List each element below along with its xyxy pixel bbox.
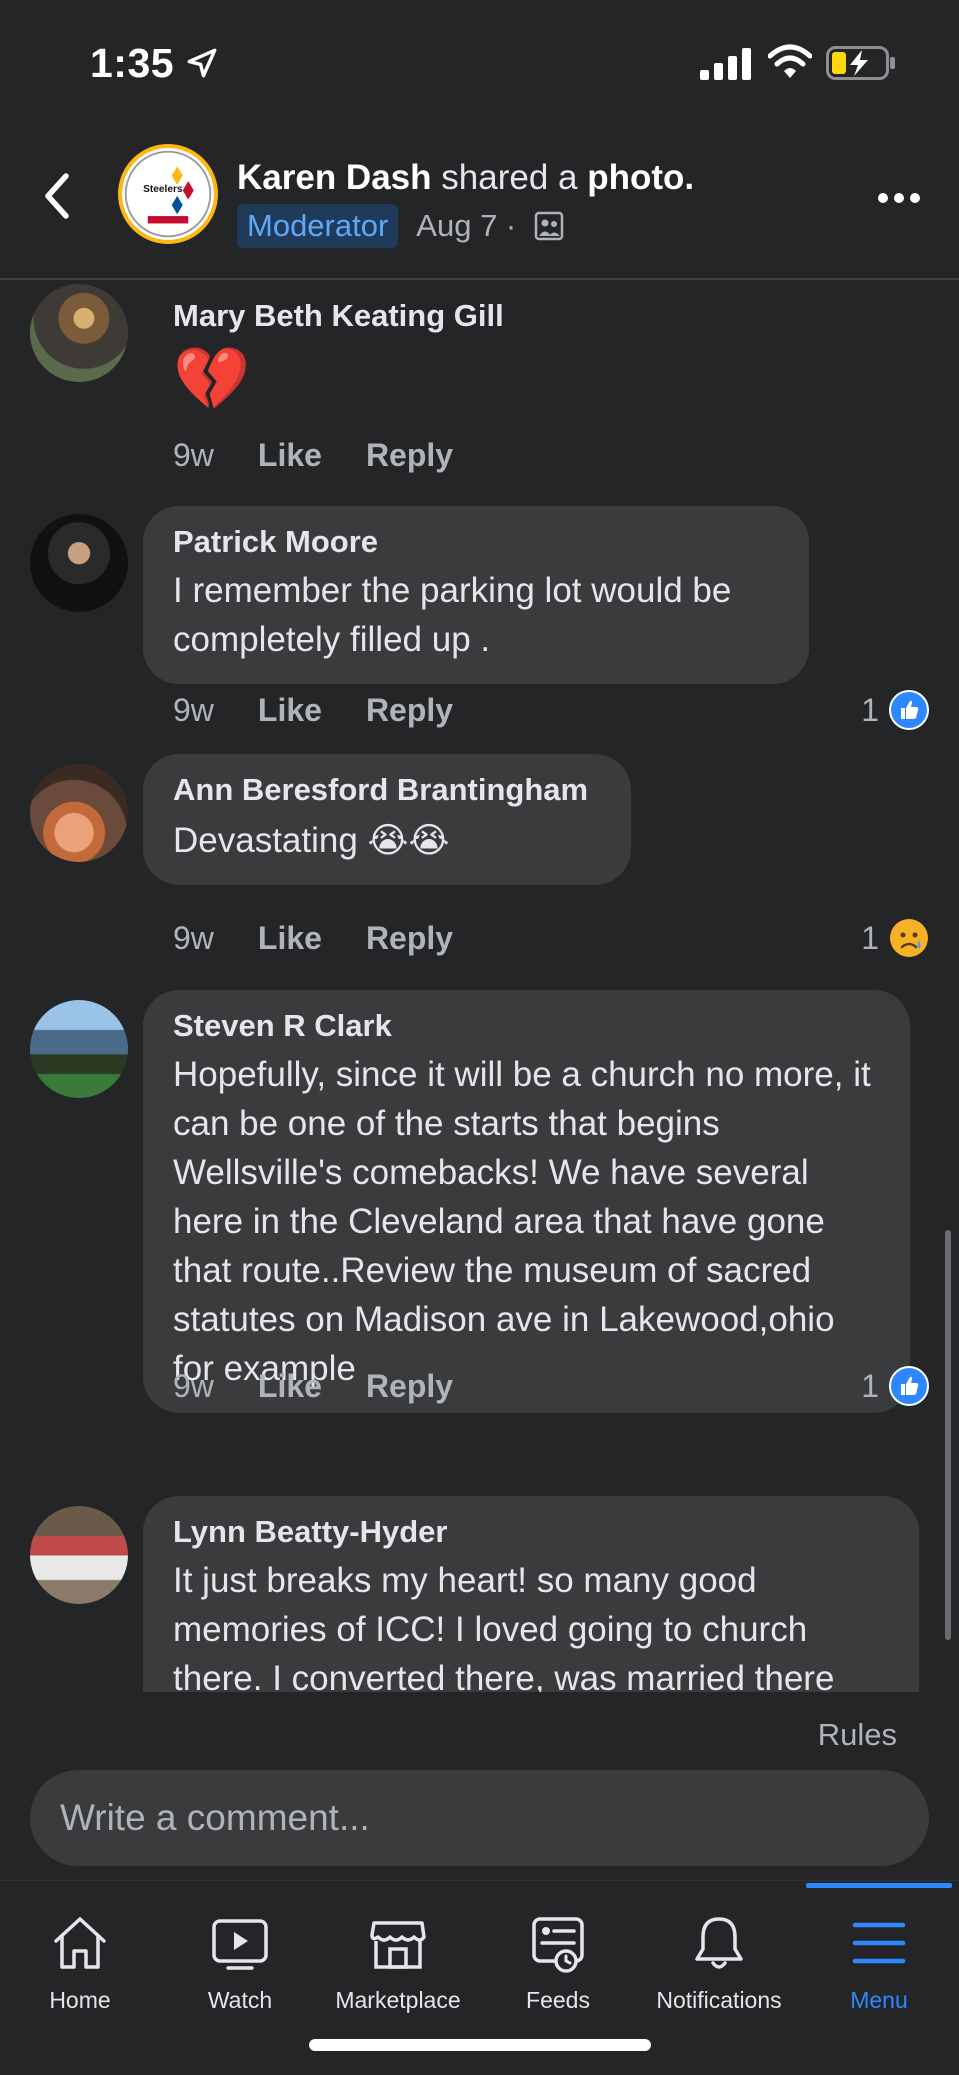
like-button[interactable]: Like xyxy=(258,437,322,474)
reply-button[interactable]: Reply xyxy=(366,1368,453,1405)
status-bar: 1:35 xyxy=(0,0,959,120)
sad-reaction-icon xyxy=(890,919,928,957)
reply-button[interactable]: Reply xyxy=(366,437,453,474)
feeds-icon xyxy=(532,1917,584,1973)
steelers-logo-icon: Steelers xyxy=(124,150,212,238)
location-arrow-icon xyxy=(187,48,217,78)
post-author[interactable]: Karen Dash xyxy=(237,158,432,197)
menu-icon xyxy=(852,1922,906,1964)
comment-composer: Rules xyxy=(0,1695,959,1880)
marketplace-icon xyxy=(370,1921,426,1969)
reaction-count: 1 xyxy=(861,691,879,728)
post-header: Steelers Karen Dash shared a photo. Mode… xyxy=(0,130,959,280)
comment-text: It just breaks my heart! so many good me… xyxy=(173,1561,835,1692)
tab-watch[interactable]: Watch xyxy=(160,1911,320,2031)
post-date[interactable]: Aug 7 · xyxy=(416,208,516,244)
post-object[interactable]: photo. xyxy=(587,158,694,197)
commenter-avatar[interactable] xyxy=(30,1000,128,1098)
tab-label: Menu xyxy=(850,1987,908,2013)
like-button[interactable]: Like xyxy=(258,1368,322,1405)
tab-label: Notifications xyxy=(656,1987,782,2013)
comment-actions: 9w Like Reply xyxy=(173,1368,453,1405)
home-indicator[interactable] xyxy=(309,2039,651,2051)
scrollbar[interactable] xyxy=(945,1230,951,1640)
comment-bubble: Mary Beth Keating Gill 💔 xyxy=(143,290,534,420)
group-audience-icon xyxy=(535,211,564,241)
reaction-summary[interactable]: 1 xyxy=(861,918,929,958)
comment-bubble: Patrick Moore I remember the parking lot… xyxy=(143,506,809,684)
comment-text: Devastating 😭😭 xyxy=(173,821,450,860)
watch-icon xyxy=(212,1919,268,1970)
reaction-summary[interactable]: 1 xyxy=(861,690,929,730)
commenter-avatar[interactable] xyxy=(30,514,128,612)
cellular-signal-icon xyxy=(700,48,751,80)
post-action: shared a xyxy=(441,158,578,197)
comment-bubble: Lynn Beatty-Hyder It just breaks my hear… xyxy=(143,1496,919,1692)
home-icon xyxy=(54,1917,106,1969)
reaction-count: 1 xyxy=(861,919,879,956)
commenter-name[interactable]: Lynn Beatty-Hyder xyxy=(173,1514,889,1550)
comment-text: 💔 xyxy=(173,345,251,414)
post-title: Karen Dash shared a photo. xyxy=(237,158,694,198)
comment-actions: 9w Like Reply xyxy=(173,437,453,474)
comment-actions: 9w Like Reply xyxy=(173,692,453,729)
tab-label: Watch xyxy=(207,1987,273,2013)
comment-text: I remember the parking lot would be comp… xyxy=(173,571,732,659)
reply-button[interactable]: Reply xyxy=(366,920,453,957)
comment-actions: 9w Like Reply xyxy=(173,920,453,957)
tab-label: Home xyxy=(49,1987,111,2013)
comment-input[interactable] xyxy=(30,1770,929,1866)
tab-label: Marketplace xyxy=(335,1987,461,2013)
like-button[interactable]: Like xyxy=(258,920,322,957)
commenter-name[interactable]: Mary Beth Keating Gill xyxy=(173,298,504,334)
comment-time: 9w xyxy=(173,437,214,473)
reaction-count: 1 xyxy=(861,1367,879,1404)
comment-text: Hopefully, since it will be a church no … xyxy=(173,1055,871,1388)
group-avatar[interactable]: Steelers xyxy=(118,144,218,244)
tab-home[interactable]: Home xyxy=(0,1911,160,2031)
rules-link[interactable]: Rules xyxy=(818,1717,897,1753)
active-tab-indicator xyxy=(806,1883,952,1888)
commenter-avatar[interactable] xyxy=(30,1506,128,1604)
status-time: 1:35 xyxy=(90,40,175,86)
tab-label: Feeds xyxy=(526,1987,590,2013)
battery-charging-icon xyxy=(826,46,895,80)
commenter-name[interactable]: Steven R Clark xyxy=(173,1008,880,1044)
reply-button[interactable]: Reply xyxy=(366,692,453,729)
comment-time: 9w xyxy=(173,920,214,956)
like-reaction-icon xyxy=(889,690,929,730)
back-chevron-icon[interactable] xyxy=(38,170,78,222)
commenter-avatar[interactable] xyxy=(30,284,128,382)
moderator-badge: Moderator xyxy=(237,204,399,248)
more-options-icon[interactable] xyxy=(877,192,921,204)
tab-feeds[interactable]: Feeds xyxy=(478,1911,638,2031)
wifi-icon xyxy=(768,44,812,78)
commenter-name[interactable]: Patrick Moore xyxy=(173,524,779,560)
comment-time: 9w xyxy=(173,1368,214,1404)
svg-text:Steelers: Steelers xyxy=(143,184,183,195)
like-button[interactable]: Like xyxy=(258,692,322,729)
commenter-avatar[interactable] xyxy=(30,764,128,862)
comment-time: 9w xyxy=(173,692,214,728)
tab-menu[interactable]: Menu xyxy=(799,1911,959,2031)
comment-bubble: Steven R Clark Hopefully, since it will … xyxy=(143,990,910,1413)
tab-marketplace[interactable]: Marketplace xyxy=(318,1911,478,2031)
like-reaction-icon xyxy=(889,1366,929,1406)
comments-list[interactable]: Mary Beth Keating Gill 💔 9w Like Reply P… xyxy=(0,282,959,1692)
bell-icon xyxy=(695,1917,743,1969)
tab-notifications[interactable]: Notifications xyxy=(639,1911,799,2031)
reaction-summary[interactable]: 1 xyxy=(861,1366,929,1406)
comment-bubble: Ann Beresford Brantingham Devastating 😭😭 xyxy=(143,754,631,885)
commenter-name[interactable]: Ann Beresford Brantingham xyxy=(173,772,601,808)
post-meta: Moderator Aug 7 · xyxy=(237,204,564,248)
